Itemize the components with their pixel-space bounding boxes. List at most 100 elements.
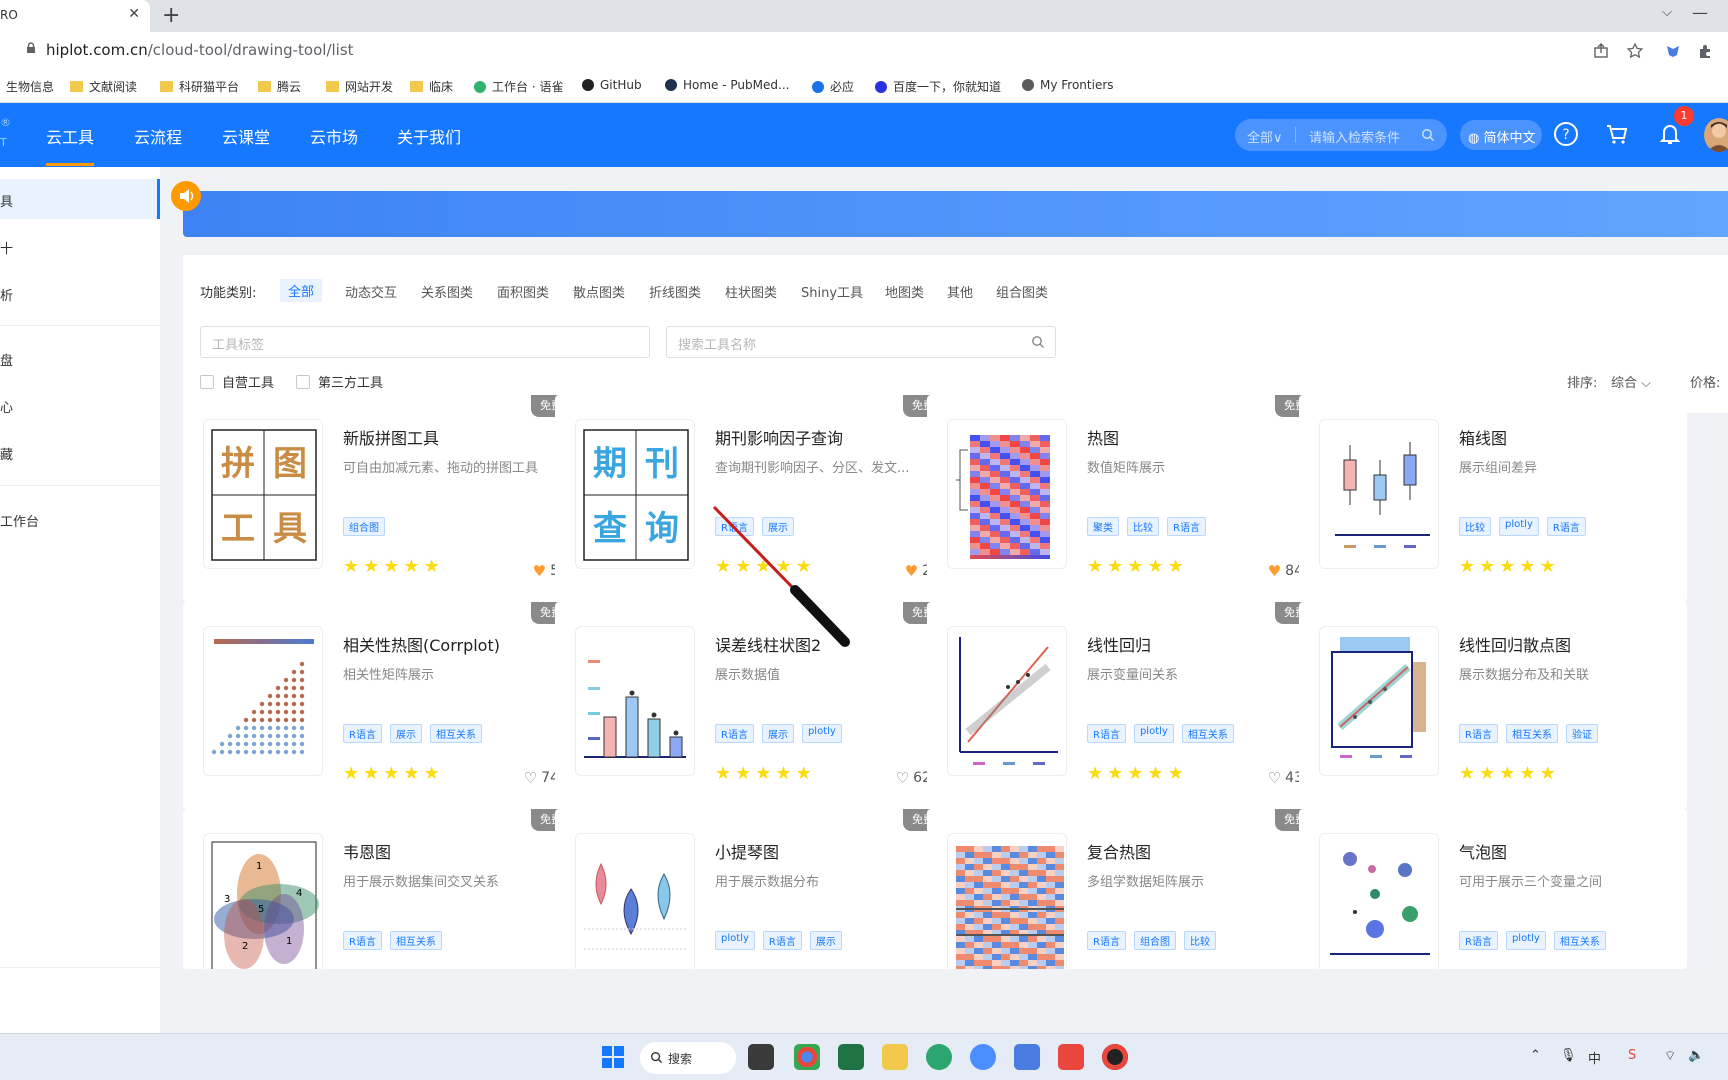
- tool-tag[interactable]: R语言: [343, 724, 382, 743]
- tool-card[interactable]: 免费 误差线柱状图2 展示数据值 R语言 展示 plotly ★ ★ ★ ★ ★ ♡ 62: [555, 602, 943, 809]
- heart-icon[interactable]: ♥: [905, 562, 918, 580]
- tool-title[interactable]: 线性回归散点图: [1459, 632, 1571, 656]
- tool-title[interactable]: 箱线图: [1459, 425, 1507, 449]
- bookmark-item[interactable]: GitHub: [582, 78, 642, 92]
- url-text[interactable]: hiplot.com.cn/cloud-tool/drawing-tool/li…: [46, 41, 354, 59]
- app-tray-icon[interactable]: S: [1628, 1048, 1636, 1063]
- tool-tag[interactable]: R语言: [1546, 517, 1586, 536]
- tool-title[interactable]: 热图: [1087, 425, 1119, 449]
- tool-title[interactable]: 小提琴图: [715, 839, 779, 863]
- tool-thumbnail[interactable]: [203, 626, 323, 776]
- tool-title[interactable]: 期刊影响因子查询: [715, 425, 843, 449]
- tool-thumbnail[interactable]: [947, 419, 1067, 569]
- chevron-up-icon[interactable]: ⌃: [1530, 1048, 1541, 1063]
- bookmark-star-icon[interactable]: [1626, 42, 1644, 60]
- bookmark-item[interactable]: 文献阅读: [70, 78, 137, 95]
- tool-tag[interactable]: R语言: [715, 517, 754, 536]
- tool-tag[interactable]: plotly: [1499, 517, 1539, 536]
- bookmark-item[interactable]: 临床: [410, 78, 453, 95]
- search-icon[interactable]: [1031, 335, 1045, 349]
- heart-icon[interactable]: ♡: [524, 769, 537, 787]
- tool-tag-input[interactable]: 工具标签: [200, 326, 650, 358]
- sidebar-item-disk[interactable]: 盘: [0, 350, 13, 369]
- tool-tag[interactable]: R语言: [1087, 724, 1126, 743]
- close-tab-icon[interactable]: ✕: [128, 6, 140, 22]
- bookmark-item[interactable]: 必应: [812, 78, 854, 95]
- tool-tag[interactable]: 展示: [761, 517, 794, 536]
- tool-tag[interactable]: R语言: [1459, 724, 1498, 743]
- windows-start-icon[interactable]: [600, 1044, 626, 1070]
- speaker-icon[interactable]: [171, 181, 201, 211]
- tool-thumbnail[interactable]: [947, 833, 1067, 969]
- tool-title[interactable]: 韦恩图: [343, 839, 391, 863]
- tool-title[interactable]: 复合热图: [1087, 839, 1151, 863]
- heart-icon[interactable]: ♥: [533, 562, 546, 580]
- excel-icon[interactable]: [838, 1044, 864, 1070]
- category-bar[interactable]: 柱状图类: [725, 282, 777, 301]
- category-combined[interactable]: 组合图类: [996, 282, 1048, 301]
- tool-card[interactable]: 气泡图 可用于展示三个变量之间 R语言 plotly 相互关系: [1299, 809, 1687, 969]
- third-party-checkbox[interactable]: 第三方工具: [296, 372, 383, 391]
- tool-tag[interactable]: 相互关系: [1505, 724, 1558, 743]
- tool-card[interactable]: 拼图工具免费新版拼图工具可自由加减元素、拖动的拼图工具组合图★★★★★♥5: [183, 395, 571, 602]
- tool-tag[interactable]: 展示: [389, 724, 422, 743]
- tool-tag[interactable]: R语言: [1087, 931, 1126, 950]
- category-line[interactable]: 折线图类: [649, 282, 701, 301]
- tool-tag[interactable]: 比较: [1459, 517, 1491, 536]
- category-all[interactable]: 全部: [280, 279, 323, 302]
- like-count[interactable]: ♡ 74: [524, 769, 559, 787]
- chrome-icon[interactable]: [794, 1044, 820, 1070]
- site-search[interactable]: 全部∨ 请输入检索条件: [1235, 119, 1447, 151]
- tool-card[interactable]: 期刊查询免费 期刊影响因子查询 查询期刊影响因子、分区、发文... R语言 展示 ★ ★ ★ ★…: [555, 395, 943, 602]
- tab-search-icon[interactable]: ⌵: [1662, 5, 1672, 20]
- file-explorer-icon[interactable]: [882, 1044, 908, 1070]
- tool-title[interactable]: 线性回归: [1087, 632, 1151, 656]
- tool-title[interactable]: 误差线柱状图2: [715, 632, 821, 656]
- tool-card[interactable]: 免费 热图 数值矩阵展示 聚类 比较 R语言 ★ ★ ★ ★ ★ ♥ 84: [927, 395, 1315, 602]
- tool-title[interactable]: 新版拼图工具: [343, 425, 439, 449]
- search-icon[interactable]: [1421, 128, 1435, 142]
- sidebar-item-favorites[interactable]: 藏: [0, 444, 13, 463]
- tool-tag[interactable]: 相互关系: [429, 724, 482, 743]
- category-interactive[interactable]: 动态交互: [345, 282, 397, 301]
- bookmark-item[interactable]: 生物信息: [6, 78, 54, 95]
- taskbar-search[interactable]: 搜索: [640, 1042, 736, 1074]
- app-icon[interactable]: [1058, 1044, 1084, 1070]
- sort-select[interactable]: 综合 ⌵: [1611, 372, 1651, 391]
- tool-tag[interactable]: plotly: [1505, 931, 1546, 950]
- tool-card[interactable]: 1 4 5 3 2 1 免费 韦恩图 用于展示数据集间交叉关系 R语言 相互关系: [183, 809, 571, 969]
- bookmark-item[interactable]: Home - PubMed...: [665, 78, 789, 92]
- tool-tag[interactable]: 相互关系: [1553, 931, 1606, 950]
- nav-logo-edge[interactable]: ® T: [0, 113, 11, 153]
- puzzle-icon[interactable]: [1696, 42, 1714, 60]
- browser-tab[interactable]: RO ✕: [0, 0, 150, 32]
- tool-thumbnail[interactable]: [1319, 626, 1439, 776]
- tool-thumbnail[interactable]: 1 4 5 3 2 1: [203, 833, 323, 969]
- task-view-icon[interactable]: [748, 1044, 774, 1070]
- nav-cloud-classroom[interactable]: 云课堂: [222, 124, 270, 148]
- tool-thumbnail[interactable]: [575, 626, 695, 776]
- like-count[interactable]: ♡ 43: [1268, 769, 1303, 787]
- minimize-window-button[interactable]: —: [1692, 3, 1708, 22]
- category-area[interactable]: 面积图类: [497, 282, 549, 301]
- tool-tag[interactable]: 相互关系: [389, 931, 442, 950]
- app-icon[interactable]: [926, 1044, 952, 1070]
- self-operated-checkbox[interactable]: 自营工具: [200, 372, 274, 391]
- search-scope-select[interactable]: 全部∨: [1247, 127, 1283, 146]
- sidebar-item-center[interactable]: 心: [0, 397, 13, 416]
- announcement-banner[interactable]: [183, 191, 1728, 237]
- tool-tag[interactable]: R语言: [715, 724, 754, 743]
- category-scatter[interactable]: 散点图类: [573, 282, 625, 301]
- tool-tag[interactable]: R语言: [343, 931, 382, 950]
- help-icon[interactable]: ?: [1552, 120, 1580, 148]
- extension-icon[interactable]: [1664, 42, 1682, 60]
- volume-icon[interactable]: 🔈: [1688, 1048, 1704, 1063]
- share-icon[interactable]: [1592, 42, 1610, 60]
- microphone-icon[interactable]: 🎙: [1560, 1048, 1577, 1063]
- tool-tag[interactable]: 验证: [1565, 724, 1598, 743]
- bookmark-item[interactable]: 腾云: [258, 78, 301, 95]
- cart-icon[interactable]: [1603, 120, 1631, 148]
- like-count[interactable]: ♥ 84: [1268, 562, 1303, 580]
- like-count[interactable]: ♡ 62: [896, 769, 931, 787]
- tool-card[interactable]: 免费 相关性热图(Corrplot) 相关性矩阵展示 R语言 展示 相互关系 ★ ★ ★ ★ ★ ♡ 7…: [183, 602, 571, 809]
